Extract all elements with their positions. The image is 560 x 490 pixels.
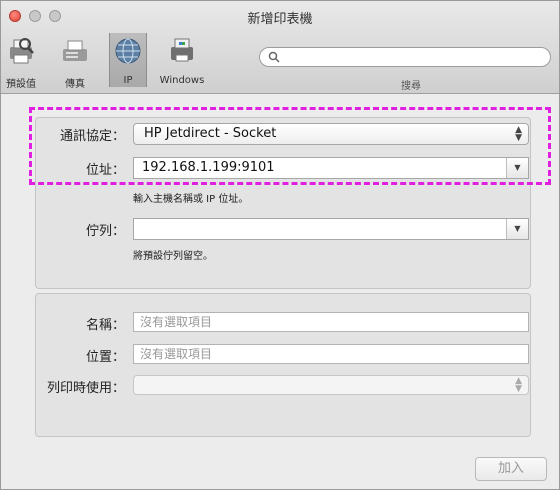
ip-globe-icon [115, 38, 141, 64]
toolbar-windows-button[interactable]: Windows [151, 33, 213, 87]
popup-arrows-icon: ▲ ▼ [515, 376, 522, 394]
window-title: 新增印表機 [247, 12, 313, 27]
search-field[interactable] [259, 47, 551, 67]
name-field[interactable]: 沒有選取項目 [133, 312, 529, 332]
address-label: 位址： [85, 163, 125, 178]
address-value: 192.168.1.199:9101 [142, 160, 275, 175]
toolbar-windows-label: Windows [159, 75, 205, 86]
windows-printer-icon [171, 38, 193, 62]
search-label: 搜尋 [401, 81, 421, 92]
add-button[interactable]: 加入 [475, 457, 547, 481]
use-label: 列印時使用： [46, 381, 125, 396]
location-field[interactable]: 沒有選取項目 [133, 344, 529, 364]
driver-popup[interactable]: ▲ ▼ [133, 375, 529, 395]
toolbar-default-button[interactable]: 預設值 [3, 33, 39, 90]
toolbar-ip-label: IP [123, 75, 133, 86]
toolbar-default-label: 預設值 [6, 79, 36, 90]
protocol-label: 通訊協定： [59, 129, 125, 144]
popup-arrows-icon: ▲ ▼ [515, 125, 522, 143]
address-dropdown-icon[interactable]: ▼ [506, 158, 528, 178]
address-hint: 輸入主機名稱或 IP 位址。 [133, 194, 249, 205]
fax-icon [63, 40, 87, 61]
toolbar-area: 新增印表機 預設值 傳真 IP Windows 搜尋 [1, 1, 559, 94]
add-printer-window: 新增印表機 預設值 傳真 IP Windows 搜尋 通訊協定： HP Jetd… [0, 0, 560, 490]
default-printer-icon [10, 38, 34, 64]
queue-combo-field[interactable]: ▼ [133, 218, 529, 240]
toolbar-ip-button[interactable]: IP [109, 33, 147, 87]
queue-hint: 將預設佇列留空。 [133, 251, 213, 262]
queue-label: 佇列： [85, 224, 125, 239]
queue-dropdown-icon[interactable]: ▼ [506, 219, 528, 239]
address-combo-field[interactable]: 192.168.1.199:9101 ▼ [133, 157, 529, 179]
toolbar-fax-button[interactable]: 傳真 [53, 33, 97, 90]
search-icon [268, 51, 280, 63]
location-label: 位置： [85, 350, 125, 365]
toolbar-fax-label: 傳真 [65, 79, 85, 90]
protocol-popup[interactable]: HP Jetdirect - Socket ▲ ▼ [133, 123, 529, 145]
name-label: 名稱： [85, 318, 125, 333]
protocol-value: HP Jetdirect - Socket [144, 126, 277, 141]
